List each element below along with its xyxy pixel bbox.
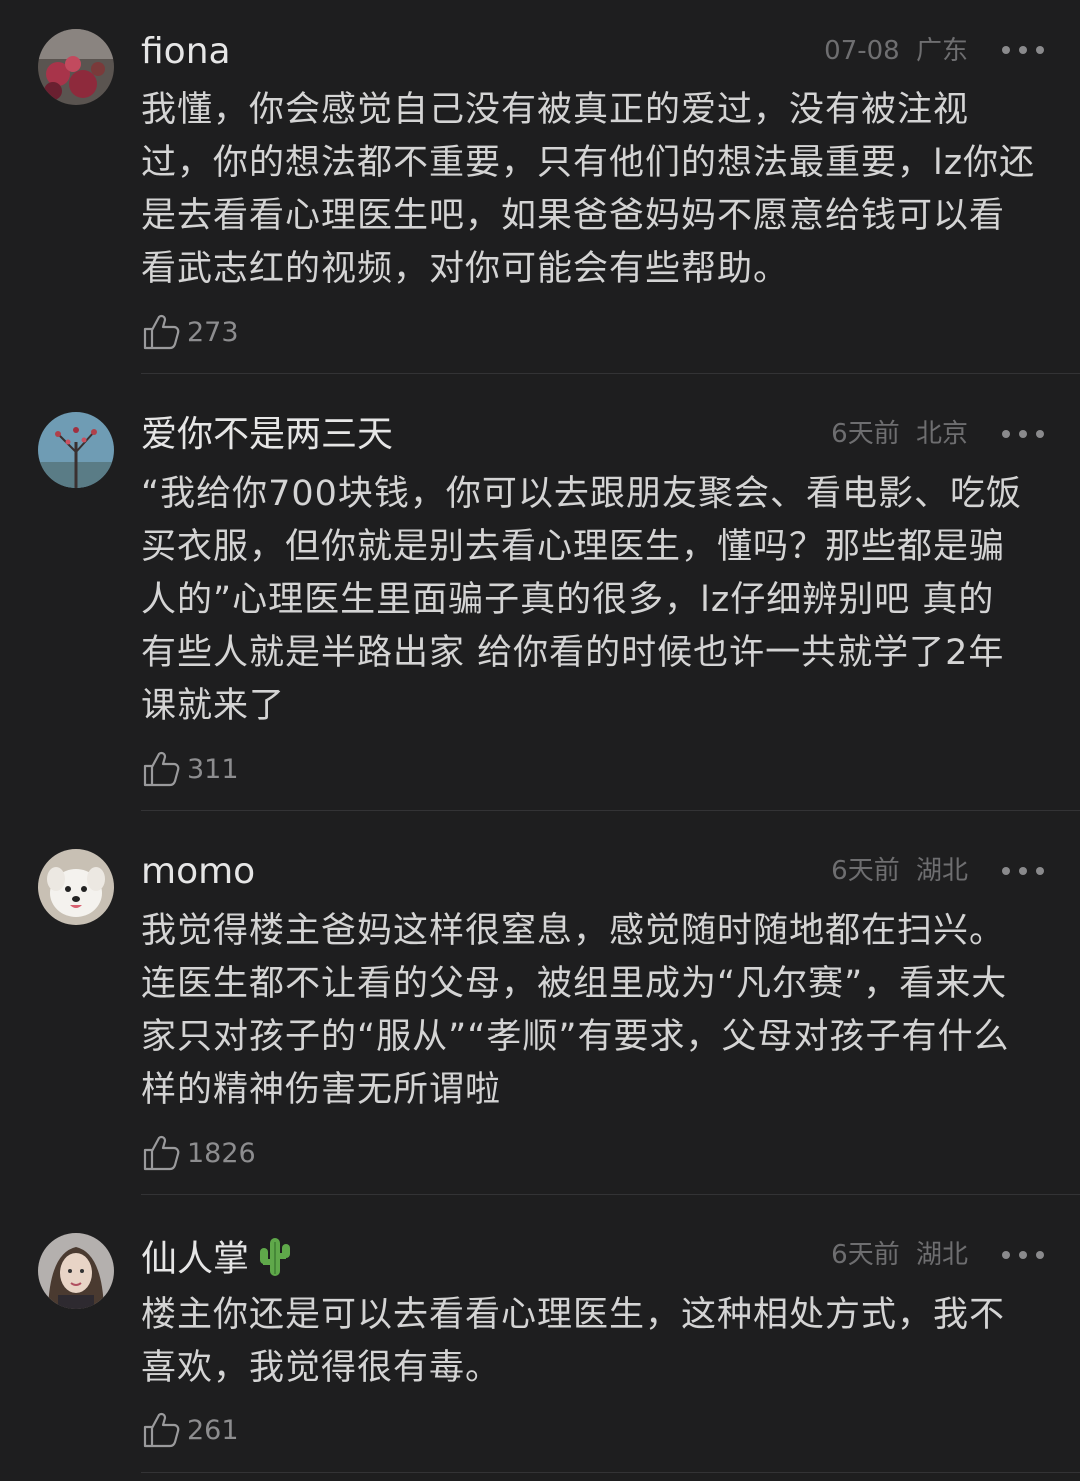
- like-button[interactable]: 261: [141, 1408, 239, 1452]
- divider: [141, 373, 1080, 374]
- comment-location: 北京: [915, 419, 968, 449]
- comment-text: 我懂，你会感觉自己没有被真正的爱过，没有被注视过，你的想法都不重要，只有他们的想…: [141, 90, 1036, 289]
- comment-text: “我给你700块钱，你可以去跟朋友聚会、看电影、吃饭买衣服，但你就是别去看心理医…: [141, 474, 1022, 726]
- more-options-icon[interactable]: [1002, 853, 1044, 889]
- like-button[interactable]: 1826: [141, 1131, 256, 1175]
- username[interactable]: 爱你不是两三天: [141, 413, 393, 457]
- comment-location: 湖北: [915, 1240, 968, 1270]
- cactus-emoji: [257, 1234, 293, 1287]
- comment-date: 6天前: [831, 419, 900, 449]
- comment-date: 07-08: [824, 36, 900, 66]
- like-count: 1826: [187, 1137, 256, 1169]
- comment-date: 6天前: [831, 856, 900, 886]
- comment-location: 湖北: [915, 856, 968, 886]
- like-button[interactable]: 273: [141, 310, 239, 354]
- comment-date: 6天前: [831, 1240, 900, 1270]
- comment-location: 广东: [915, 36, 968, 66]
- thumbs-up-icon: [143, 1412, 180, 1448]
- comment-text: 我觉得楼主爸妈这样很窒息，感觉随时随地都在扫兴。连医生都不让看的父母，被组里成为…: [141, 911, 1010, 1110]
- like-count: 261: [187, 1414, 239, 1446]
- like-count: 273: [187, 316, 239, 348]
- comment-meta: 6天前 北京: [831, 416, 968, 452]
- avatar-dog-icon: [38, 849, 114, 925]
- divider: [141, 1472, 1080, 1473]
- avatar[interactable]: [38, 849, 114, 925]
- comment-meta: 07-08 广东: [824, 33, 968, 69]
- thumbs-up-icon: [143, 1135, 180, 1171]
- like-count: 311: [187, 753, 239, 785]
- comment-meta: 6天前 湖北: [831, 853, 968, 889]
- divider: [141, 1194, 1080, 1195]
- divider: [141, 810, 1080, 811]
- avatar[interactable]: [38, 1233, 114, 1309]
- more-options-icon[interactable]: [1002, 1237, 1044, 1273]
- avatar[interactable]: [38, 412, 114, 488]
- thumbs-up-icon: [143, 314, 180, 350]
- thumbs-up-icon: [143, 751, 180, 787]
- more-options-icon[interactable]: [1002, 416, 1044, 452]
- username[interactable]: fiona: [141, 30, 231, 74]
- username[interactable]: 仙人掌: [141, 1234, 293, 1287]
- avatar-flowers-icon: [38, 29, 114, 105]
- username-text: 仙人掌: [141, 1238, 250, 1280]
- more-options-icon[interactable]: [1002, 32, 1044, 68]
- comment-meta: 6天前 湖北: [831, 1237, 968, 1273]
- comment-text: 楼主你还是可以去看看心理医生，这种相处方式，我不喜欢，我觉得很有毒。: [141, 1295, 1006, 1388]
- avatar-portrait-icon: [38, 1233, 114, 1309]
- avatar-tree-icon: [38, 412, 114, 488]
- like-button[interactable]: 311: [141, 747, 239, 791]
- avatar[interactable]: [38, 29, 114, 105]
- username[interactable]: momo: [141, 850, 255, 894]
